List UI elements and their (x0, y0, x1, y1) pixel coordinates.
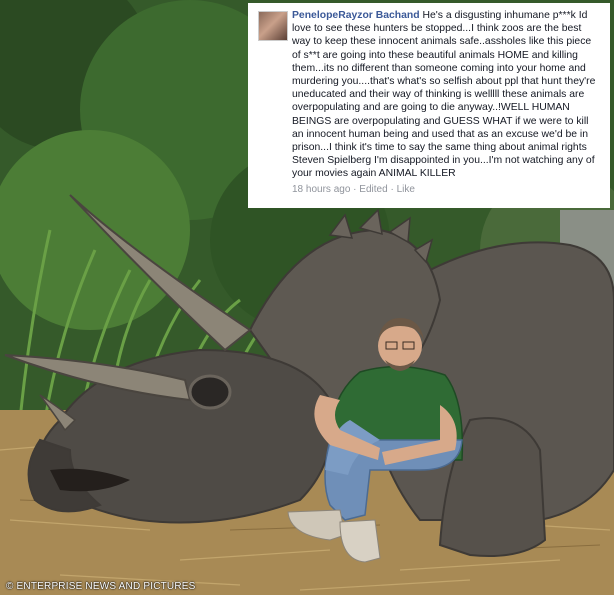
like-link[interactable]: Like (397, 184, 415, 195)
facebook-comment: PenelopeRayzor Bachand He's a disgusting… (248, 3, 610, 208)
photo-credit-watermark: © ENTERPRISE NEWS AND PICTURES (6, 581, 196, 592)
dino-eye (188, 374, 232, 410)
meta-separator: · (390, 183, 394, 195)
comment-author-link[interactable]: PenelopeRayzor Bachand (292, 10, 420, 21)
comment-timestamp[interactable]: 18 hours ago (292, 184, 350, 195)
meta-separator: · (353, 183, 357, 195)
avatar[interactable] (258, 11, 288, 41)
comment-text: He's a disgusting inhumane p***k Id love… (292, 10, 596, 180)
comment-text-block: PenelopeRayzor Bachand He's a disgusting… (292, 9, 602, 181)
edited-link[interactable]: Edited (359, 184, 387, 195)
comment-meta: 18 hours ago · Edited · Like (292, 183, 602, 196)
